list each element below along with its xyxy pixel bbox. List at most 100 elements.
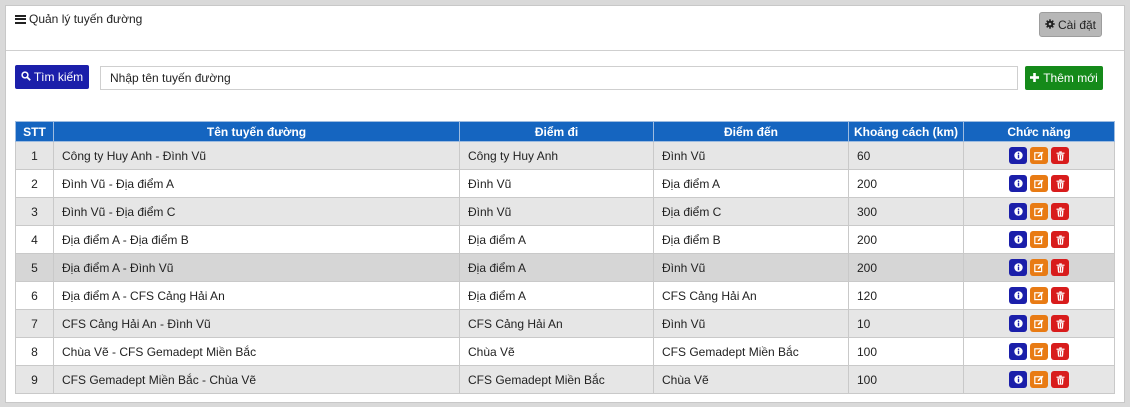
table-row[interactable]: 6 Địa điểm A - CFS Cảng Hải An Địa điểm AC… [15, 281, 1115, 310]
cell-distance: 100 [848, 337, 964, 366]
trash-icon [1056, 178, 1065, 189]
info-icon [1013, 375, 1023, 384]
delete-button[interactable] [1051, 175, 1069, 192]
edit-button[interactable] [1030, 175, 1048, 192]
column-header-distance[interactable]: Khoảng cách (km) [848, 121, 964, 142]
table-row[interactable]: 9 CFS Gemadept Miền Bắc - Chùa Vẽ CFS Gema… [15, 365, 1115, 394]
cell-origin: Đình Vũ [459, 197, 654, 226]
cell-route-name: Đình Vũ - Địa điểm C [53, 197, 460, 226]
cell-stt: 1 [15, 141, 54, 170]
edit-button[interactable] [1030, 147, 1048, 164]
table-row[interactable]: 2 Đình Vũ - Địa điểm A Đình Vũ Địa điểm A 20… [15, 169, 1115, 198]
info-icon [1013, 291, 1023, 300]
trash-icon [1056, 290, 1065, 301]
settings-label: Cài đặt [1057, 17, 1097, 32]
cell-stt: 7 [15, 309, 54, 338]
search-button-label: Tìm kiếm [33, 70, 84, 84]
routes-table: STT Tên tuyến đường Điểm đi Điểm đến Kho… [15, 121, 1115, 394]
cell-stt: 8 [15, 337, 54, 366]
cell-route-name: Chùa Vẽ - CFS Gemadept Miền Bắc [53, 337, 460, 366]
edit-button[interactable] [1030, 315, 1048, 332]
settings-button[interactable]: Cài đặt [1039, 12, 1102, 37]
column-header-stt[interactable]: STT [15, 121, 54, 142]
column-header-origin[interactable]: Điểm đi [459, 121, 654, 142]
edit-icon [1034, 291, 1044, 301]
cell-route-name: Địa điểm A - CFS Cảng Hải An [53, 281, 460, 310]
table-row[interactable]: 5 Địa điểm A - Đình Vũ Địa điểm A Đình Vũ 20… [15, 253, 1115, 282]
edit-button[interactable] [1030, 203, 1048, 220]
cell-origin: CFS Cảng Hải An [459, 309, 654, 338]
panel-header: Quản lý tuyến đường Cài đặt [6, 6, 1124, 51]
route-management-panel: Quản lý tuyến đường Cài đặt Tìm kiếm Thê… [5, 5, 1125, 403]
info-button[interactable] [1009, 287, 1027, 304]
delete-button[interactable] [1051, 203, 1069, 220]
cell-actions [963, 197, 1115, 226]
cell-actions [963, 309, 1115, 338]
info-button[interactable] [1009, 259, 1027, 276]
delete-button[interactable] [1051, 231, 1069, 248]
cell-origin: Công ty Huy Anh [459, 141, 654, 170]
trash-icon [1056, 262, 1065, 273]
edit-button[interactable] [1030, 231, 1048, 248]
cell-distance: 300 [848, 197, 964, 226]
info-button[interactable] [1009, 203, 1027, 220]
cell-destination: Đình Vũ [653, 141, 849, 170]
cell-actions [963, 337, 1115, 366]
cell-actions [963, 225, 1115, 254]
edit-button[interactable] [1030, 343, 1048, 360]
column-header-route-name[interactable]: Tên tuyến đường [53, 121, 460, 142]
trash-icon [1056, 374, 1065, 385]
info-icon [1013, 151, 1023, 160]
route-search-input[interactable] [100, 66, 1018, 90]
delete-button[interactable] [1051, 343, 1069, 360]
column-header-destination[interactable]: Điểm đến [653, 121, 849, 142]
cell-route-name: Địa điểm A - Đình Vũ [53, 253, 460, 282]
cell-destination: CFS Gemadept Miền Bắc [653, 337, 849, 366]
edit-button[interactable] [1030, 259, 1048, 276]
cell-destination: Đình Vũ [653, 309, 849, 338]
info-button[interactable] [1009, 175, 1027, 192]
trash-icon [1056, 346, 1065, 357]
info-button[interactable] [1009, 315, 1027, 332]
cell-route-name: CFS Cảng Hải An - Đình Vũ [53, 309, 460, 338]
cell-actions [963, 169, 1115, 198]
info-button[interactable] [1009, 231, 1027, 248]
delete-button[interactable] [1051, 371, 1069, 388]
delete-button[interactable] [1051, 147, 1069, 164]
table-row[interactable]: 3 Đình Vũ - Địa điểm C Đình Vũ Địa điểm C 30… [15, 197, 1115, 226]
cell-distance: 60 [848, 141, 964, 170]
delete-button[interactable] [1051, 259, 1069, 276]
edit-button[interactable] [1030, 371, 1048, 388]
cell-destination: Địa điểm C [653, 197, 849, 226]
delete-button[interactable] [1051, 315, 1069, 332]
info-icon [1013, 235, 1023, 244]
cell-distance: 200 [848, 253, 964, 282]
cell-destination: CFS Cảng Hải An [653, 281, 849, 310]
search-button[interactable]: Tìm kiếm [15, 65, 89, 89]
cell-destination: Đình Vũ [653, 253, 849, 282]
table-row[interactable]: 1 Công ty Huy Anh - Đình Vũ Công ty Huy An… [15, 141, 1115, 170]
page-title-text: Quản lý tuyến đường [29, 12, 143, 26]
edit-button[interactable] [1030, 287, 1048, 304]
table-row[interactable]: 4 Địa điểm A - Địa điểm B Địa điểm A Địa đi… [15, 225, 1115, 254]
info-button[interactable] [1009, 371, 1027, 388]
cell-destination: Địa điểm B [653, 225, 849, 254]
edit-icon [1034, 319, 1044, 329]
trash-icon [1056, 150, 1065, 161]
cell-route-name: Công ty Huy Anh - Đình Vũ [53, 141, 460, 170]
cell-stt: 9 [15, 365, 54, 394]
delete-button[interactable] [1051, 287, 1069, 304]
cell-stt: 2 [15, 169, 54, 198]
table-row[interactable]: 8 Chùa Vẽ - CFS Gemadept Miền Bắc Chùa Vẽ C… [15, 337, 1115, 366]
add-new-button[interactable]: Thêm mới [1025, 66, 1103, 90]
cell-distance: 200 [848, 169, 964, 198]
plus-icon [1030, 71, 1040, 85]
cell-origin: Chùa Vẽ [459, 337, 654, 366]
info-button[interactable] [1009, 147, 1027, 164]
cell-actions [963, 281, 1115, 310]
table-row[interactable]: 7 CFS Cảng Hải An - Đình Vũ CFS Cảng Hải A… [15, 309, 1115, 338]
column-header-actions: Chức năng [963, 121, 1115, 142]
search-icon [21, 70, 31, 84]
cell-actions [963, 365, 1115, 394]
info-button[interactable] [1009, 343, 1027, 360]
